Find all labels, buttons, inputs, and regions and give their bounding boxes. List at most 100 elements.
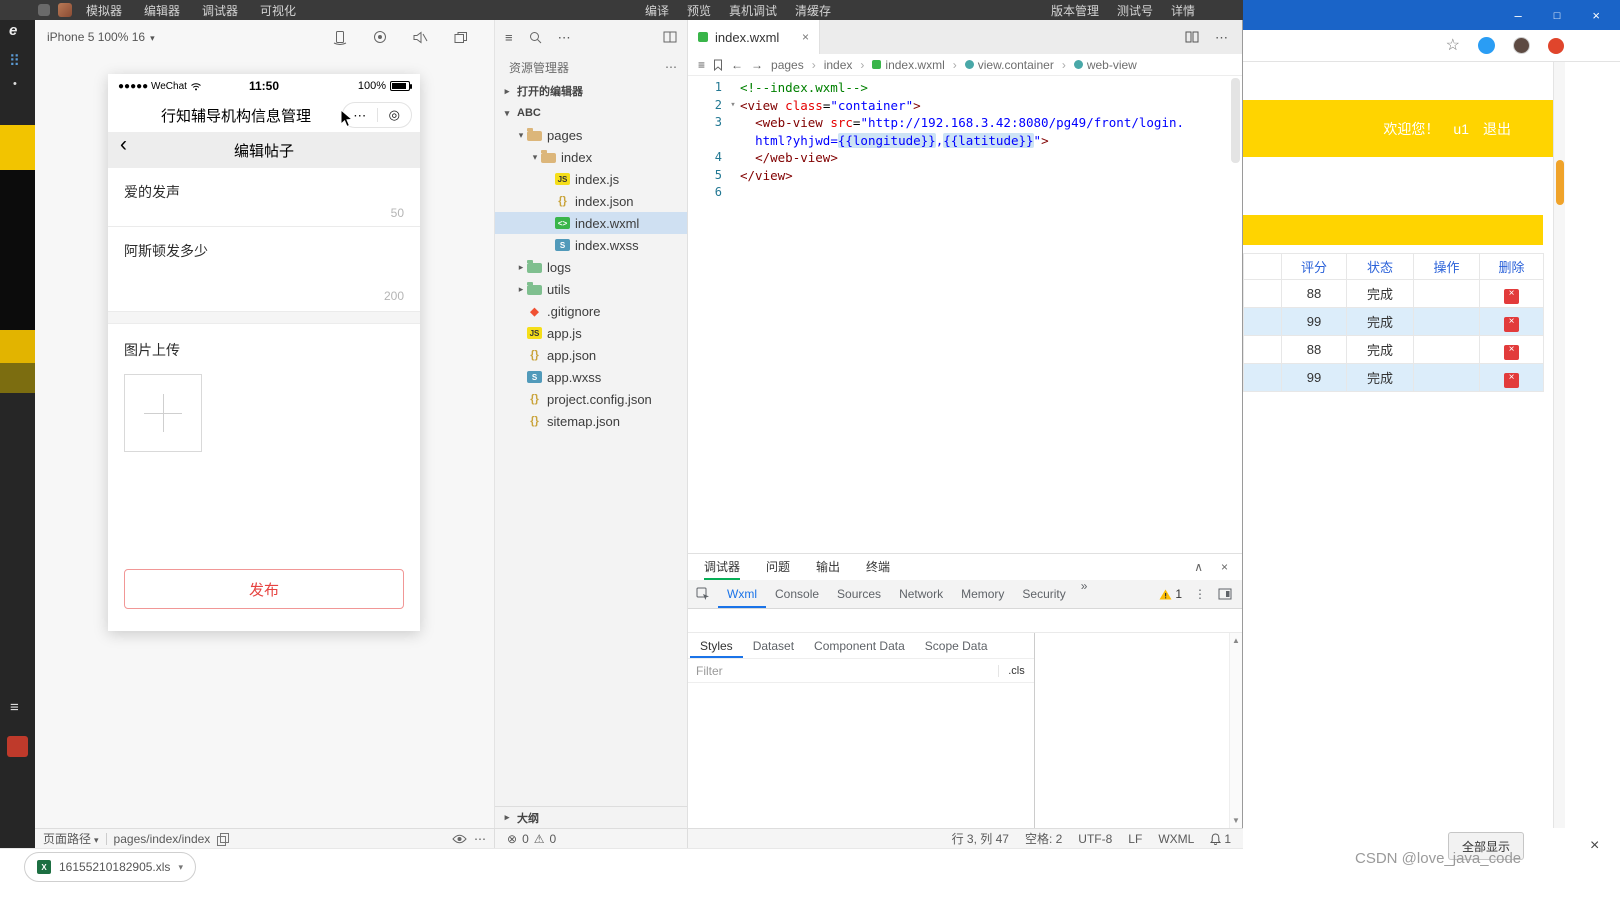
explorer-more-icon[interactable]	[665, 61, 677, 73]
browser-logo-icon[interactable]: e	[9, 22, 17, 39]
bookmark-icon[interactable]	[713, 59, 723, 71]
split-panel-icon[interactable]	[663, 31, 677, 43]
debug-tab-问题[interactable]: 问题	[766, 554, 790, 580]
delete-button[interactable]	[1504, 288, 1519, 304]
devtools-tab-Sources[interactable]: Sources	[828, 580, 890, 608]
dock-side-icon[interactable]	[1218, 588, 1232, 600]
delete-button[interactable]	[1504, 316, 1519, 332]
minimize-button[interactable]	[1515, 9, 1522, 22]
tree-item-index[interactable]: ▾ index	[495, 146, 687, 168]
devtools-menu-icon[interactable]	[1194, 588, 1206, 600]
code-line[interactable]: 6	[688, 184, 1242, 202]
cls-toggle-button[interactable]: .cls	[998, 664, 1034, 677]
menubar-item-详情[interactable]: 详情	[1171, 2, 1195, 19]
breadcrumb-item-web-view[interactable]: web-view	[1073, 58, 1137, 72]
breadcrumb-item-index.wxml[interactable]: index.wxml	[872, 58, 945, 72]
more-tabs-icon[interactable]	[1075, 580, 1094, 608]
debug-tab-调试器[interactable]: 调试器	[704, 554, 740, 580]
breadcrumb-item-view.container[interactable]: view.container	[964, 58, 1054, 72]
record-icon[interactable]	[373, 30, 387, 44]
inspector-tab-Styles[interactable]: Styles	[690, 633, 743, 658]
logout-link[interactable]: 退出	[1483, 119, 1511, 139]
tree-item-sitemap.json[interactable]: {} sitemap.json	[495, 410, 687, 432]
tree-item-pages[interactable]: ▾ pages	[495, 124, 687, 146]
menubar-item-编译[interactable]: 编译	[645, 2, 669, 19]
dismiss-icon[interactable]	[1590, 838, 1599, 854]
hamburger-icon[interactable]	[10, 700, 19, 715]
tree-item-index.wxml[interactable]: <> index.wxml	[495, 212, 687, 234]
close-panel-icon[interactable]	[1221, 561, 1228, 573]
extension-icon-red[interactable]	[1548, 37, 1564, 54]
code-line[interactable]: html?yhjwd={{longitude}},{{latitude}}">	[688, 132, 1242, 150]
menubar-item-版本管理[interactable]: 版本管理	[1051, 2, 1099, 19]
tree-item-.gitignore[interactable]: ◆ .gitignore	[495, 300, 687, 322]
publish-button[interactable]: 发布	[124, 569, 404, 609]
filter-input[interactable]	[688, 659, 998, 682]
code-line[interactable]: 2 ▾ <view class="container">	[688, 97, 1242, 115]
tab-index-wxml[interactable]: index.wxml	[688, 20, 820, 54]
extension-icon[interactable]	[1478, 37, 1495, 54]
devtools-tab-Wxml[interactable]: Wxml	[718, 580, 766, 608]
outline-section[interactable]: ▸ 大纲	[495, 806, 687, 828]
inspect-element-icon[interactable]	[688, 580, 718, 608]
notifications-bell[interactable]: 1	[1210, 832, 1231, 846]
cursor-position[interactable]: 行 3, 列 47	[952, 830, 1009, 847]
menubar-item-调试器[interactable]: 调试器	[202, 2, 238, 19]
bookmark-star-icon[interactable]	[1446, 38, 1460, 54]
inspector-tab-Dataset[interactable]: Dataset	[743, 633, 804, 658]
navigate-forward-icon[interactable]	[751, 59, 763, 71]
search-icon[interactable]	[529, 31, 542, 44]
inspector-tab-Component Data[interactable]: Component Data	[804, 633, 915, 658]
language-mode[interactable]: WXML	[1158, 832, 1194, 846]
scroll-up-icon[interactable]: ▲	[1232, 636, 1240, 645]
app-grid-icon[interactable]: ⠿	[9, 52, 20, 70]
tree-item-app.wxss[interactable]: Sapp.wxss	[495, 366, 687, 388]
user-avatar[interactable]	[58, 3, 72, 17]
menubar-item-模拟器[interactable]: 模拟器	[86, 2, 122, 19]
debug-tab-终端[interactable]: 终端	[866, 554, 890, 580]
editor-more-icon[interactable]	[1215, 31, 1228, 44]
delete-button[interactable]	[1504, 372, 1519, 388]
download-item[interactable]: X 16155210182905.xls	[24, 852, 196, 882]
devtools-tab-Memory[interactable]: Memory	[952, 580, 1013, 608]
menubar-item-测试号[interactable]: 测试号	[1117, 2, 1153, 19]
split-editor-icon[interactable]	[1185, 31, 1199, 43]
rotate-device-icon[interactable]	[333, 30, 347, 45]
eol-setting[interactable]: LF	[1128, 832, 1142, 846]
menubar-item-清缓存[interactable]: 清缓存	[795, 2, 831, 19]
debug-tab-输出[interactable]: 输出	[816, 554, 840, 580]
maximize-button[interactable]	[1554, 8, 1561, 22]
more-icon[interactable]	[474, 833, 486, 845]
device-selector[interactable]: iPhone 5 100% 16	[47, 30, 155, 44]
code-line[interactable]: 5 </view>	[688, 167, 1242, 185]
devtools-tab-Security[interactable]: Security	[1013, 580, 1074, 608]
code-line[interactable]: 4 </web-view>	[688, 149, 1242, 167]
multi-window-icon[interactable]	[454, 31, 468, 44]
preview-eye-icon[interactable]	[452, 834, 467, 844]
devtools-scrollbar[interactable]: ▲ ▼	[1229, 633, 1242, 828]
code-line[interactable]: 1 <!--index.wxml-->	[688, 79, 1242, 97]
menubar-item-预览[interactable]: 预览	[687, 2, 711, 19]
editor-scrollbar[interactable]	[1231, 78, 1240, 163]
post-title-field[interactable]: 爱的发声 50	[108, 168, 420, 227]
statusbar-problems-section[interactable]: 0 0	[495, 829, 688, 848]
scrollbar-thumb[interactable]	[1556, 160, 1564, 205]
outline-toggle-icon[interactable]	[698, 59, 705, 71]
code-line[interactable]: 3 <web-view src="http://192.168.3.42:808…	[688, 114, 1242, 132]
more-actions-icon[interactable]	[558, 31, 571, 44]
download-caret-icon[interactable]	[178, 863, 183, 872]
page-path-dropdown[interactable]: 页面路径	[43, 830, 99, 847]
menubar-item-可视化[interactable]: 可视化	[260, 2, 296, 19]
tree-item-logs[interactable]: ▸ logs	[495, 256, 687, 278]
encoding-setting[interactable]: UTF-8	[1078, 832, 1112, 846]
tree-item-app.json[interactable]: {} app.json	[495, 344, 687, 366]
profile-avatar[interactable]	[1513, 37, 1530, 54]
navigate-back-icon[interactable]	[731, 59, 743, 71]
devtools-tab-Network[interactable]: Network	[890, 580, 952, 608]
inspector-tab-Scope Data[interactable]: Scope Data	[915, 633, 998, 658]
open-editors-section[interactable]: ▸ 打开的编辑器	[495, 80, 687, 102]
back-icon[interactable]	[120, 134, 127, 155]
menubar-item-编辑器[interactable]: 编辑器	[144, 2, 180, 19]
close-tab-icon[interactable]	[802, 31, 809, 43]
tree-item-utils[interactable]: ▸ utils	[495, 278, 687, 300]
